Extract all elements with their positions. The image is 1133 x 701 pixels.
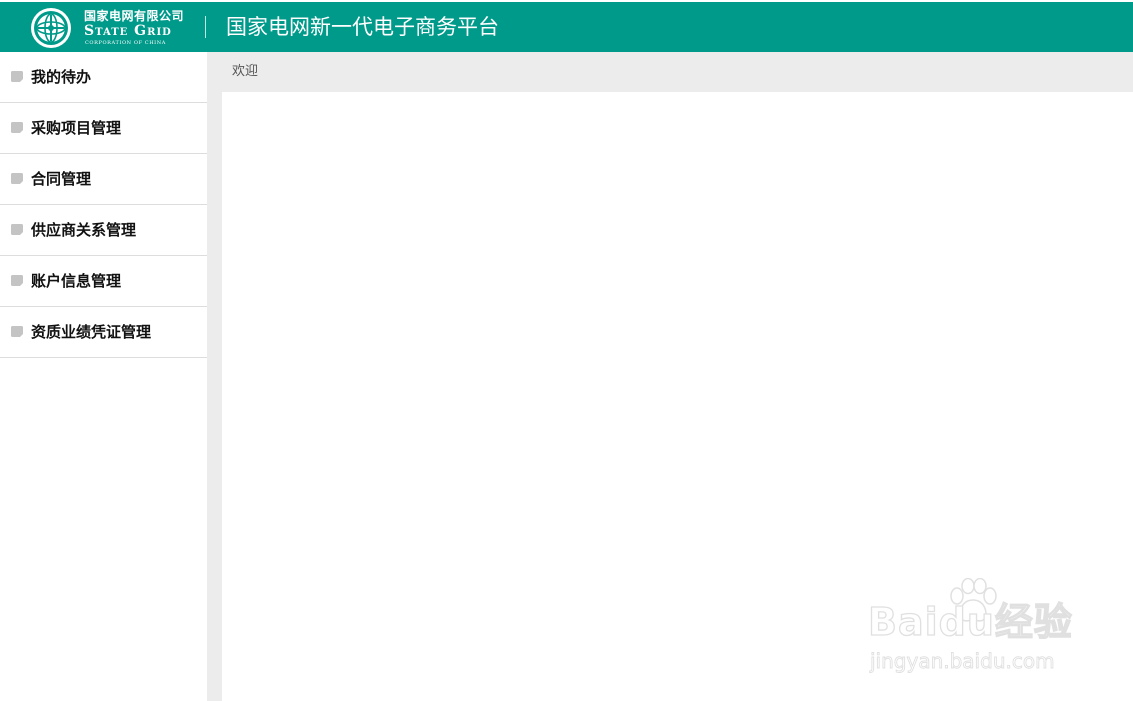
company-name-cn: 国家电网有限公司 [84, 9, 185, 23]
company-name-en-tate: TATE [95, 27, 129, 38]
folder-icon [11, 275, 23, 286]
company-name-en-s: S [84, 23, 96, 39]
baidu-jingyan-watermark: Baidu经验 jingyan.baidu.com [866, 578, 1076, 678]
watermark-brand: Baidu经验 [867, 599, 1073, 644]
company-name-en-g: G [134, 23, 148, 39]
company-name-en-rid: RID [147, 27, 172, 38]
header-bar: 国家电网有限公司 STATE GRID CORPORATION OF CHINA… [0, 0, 1133, 52]
folder-icon [11, 173, 23, 184]
sidebar-item-label: 合同管理 [31, 170, 92, 188]
sidebar-item-supplier-relations[interactable]: 供应商关系管理 [0, 205, 207, 256]
tab-bar: 欢迎 [222, 52, 1133, 92]
sidebar-item-qualification-certificates[interactable]: 资质业绩凭证管理 [0, 307, 207, 358]
sidebar-item-my-todo[interactable]: 我的待办 [0, 52, 207, 103]
tab-welcome[interactable]: 欢迎 [232, 63, 258, 81]
company-name-en-sub: CORPORATION OF CHINA [85, 40, 166, 46]
sidebar-item-label: 采购项目管理 [31, 119, 122, 137]
sidebar-item-label: 账户信息管理 [31, 272, 122, 290]
state-grid-logo-icon [31, 8, 71, 48]
folder-icon [11, 71, 23, 82]
sidebar-splitter[interactable] [207, 52, 222, 701]
platform-title: 国家电网新一代电子商务平台 [226, 15, 499, 39]
sidebar-item-account-info[interactable]: 账户信息管理 [0, 256, 207, 307]
sidebar-item-label: 供应商关系管理 [31, 221, 137, 239]
company-logo-text: 国家电网有限公司 STATE GRID CORPORATION OF CHINA [84, 9, 196, 47]
sidebar-item-label: 资质业绩凭证管理 [31, 323, 152, 341]
sidebar-nav: 我的待办 采购项目管理 合同管理 供应商关系管理 账户信息管理 资质业绩凭证管理 [0, 52, 207, 701]
header-background: 国家电网有限公司 STATE GRID CORPORATION OF CHINA… [0, 2, 1133, 52]
sidebar-item-label: 我的待办 [31, 68, 92, 86]
folder-icon [11, 326, 23, 337]
company-name-en: STATE GRID [84, 24, 172, 40]
header-divider [205, 16, 206, 38]
watermark-url: jingyan.baidu.com [870, 649, 1055, 673]
sidebar-item-procurement[interactable]: 采购项目管理 [0, 103, 207, 154]
folder-icon [11, 122, 23, 133]
sidebar-item-contracts[interactable]: 合同管理 [0, 154, 207, 205]
folder-icon [11, 224, 23, 235]
